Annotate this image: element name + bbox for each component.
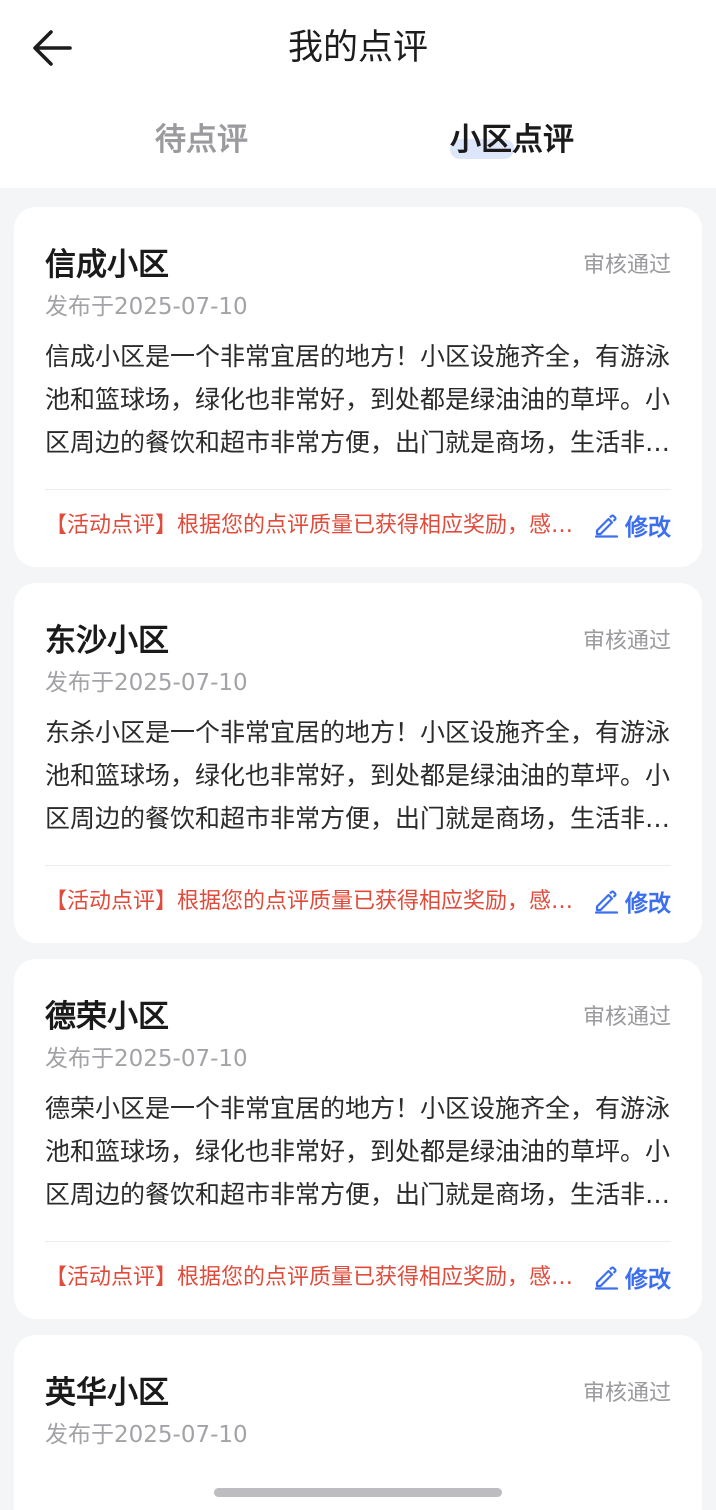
- tab-pending-review[interactable]: 待点评: [155, 116, 248, 164]
- divider: [45, 489, 671, 490]
- review-card[interactable]: 英华小区 审核通过 发布于2025-07-10: [14, 1335, 702, 1510]
- review-card[interactable]: 信成小区 审核通过 发布于2025-07-10 信成小区是一个非常宜居的地方！小…: [14, 207, 702, 567]
- community-name: 英华小区: [45, 1375, 169, 1411]
- review-text: 东杀小区是一个非常宜居的地方！小区设施齐全，有游泳池和篮球场，绿化也非常好，到处…: [45, 718, 671, 833]
- community-name: 东沙小区: [45, 623, 169, 659]
- divider: [45, 1241, 671, 1242]
- status-badge: 审核通过: [582, 629, 671, 654]
- community-name: 信成小区: [45, 247, 169, 283]
- divider: [45, 865, 671, 866]
- pencil-icon: [594, 514, 619, 538]
- status-badge: 审核通过: [582, 1005, 671, 1030]
- edit-label: 修改: [625, 515, 671, 541]
- home-indicator[interactable]: [214, 1488, 502, 1497]
- status-badge: 审核通过: [582, 1381, 671, 1406]
- review-card[interactable]: 东沙小区 审核通过 发布于2025-07-10 东杀小区是一个非常宜居的地方！小…: [14, 583, 702, 943]
- reward-notice: 【活动点评】根据您的点评质量已获得相应奖励，感谢您的参与: [45, 513, 575, 538]
- review-card[interactable]: 德荣小区 审核通过 发布于2025-07-10 德荣小区是一个非常宜居的地方！小…: [14, 959, 702, 1319]
- publish-date: 发布于2025-07-10: [45, 1046, 248, 1072]
- publish-date: 发布于2025-07-10: [45, 1422, 248, 1448]
- edit-label: 修改: [625, 1267, 671, 1293]
- review-text: 德荣小区是一个非常宜居的地方！小区设施齐全，有游泳池和篮球场，绿化也非常好，到处…: [45, 1094, 671, 1209]
- edit-button[interactable]: 修改: [593, 1259, 671, 1295]
- pencil-icon: [594, 890, 619, 914]
- pencil-icon: [594, 1266, 619, 1290]
- page-title: 我的点评: [287, 28, 428, 68]
- edit-button[interactable]: 修改: [593, 507, 671, 543]
- status-badge: 审核通过: [582, 253, 671, 278]
- review-text: 信成小区是一个非常宜居的地方！小区设施齐全，有游泳池和篮球场，绿化也非常好，到处…: [45, 342, 671, 457]
- reward-notice: 【活动点评】根据您的点评质量已获得相应奖励，感谢您的参与: [45, 889, 575, 914]
- reward-notice: 【活动点评】根据您的点评质量已获得相应奖励，感谢您的参与: [45, 1265, 575, 1290]
- edit-label: 修改: [625, 891, 671, 917]
- app-header: 我的点评 待点评 小区点评: [0, 0, 716, 188]
- publish-date: 发布于2025-07-10: [45, 670, 248, 696]
- tab-community-review-label: 小区点评: [450, 122, 574, 158]
- community-name: 德荣小区: [45, 999, 169, 1035]
- edit-button[interactable]: 修改: [593, 883, 671, 919]
- publish-date: 发布于2025-07-10: [45, 294, 248, 320]
- tab-community-review[interactable]: 小区点评: [450, 116, 574, 164]
